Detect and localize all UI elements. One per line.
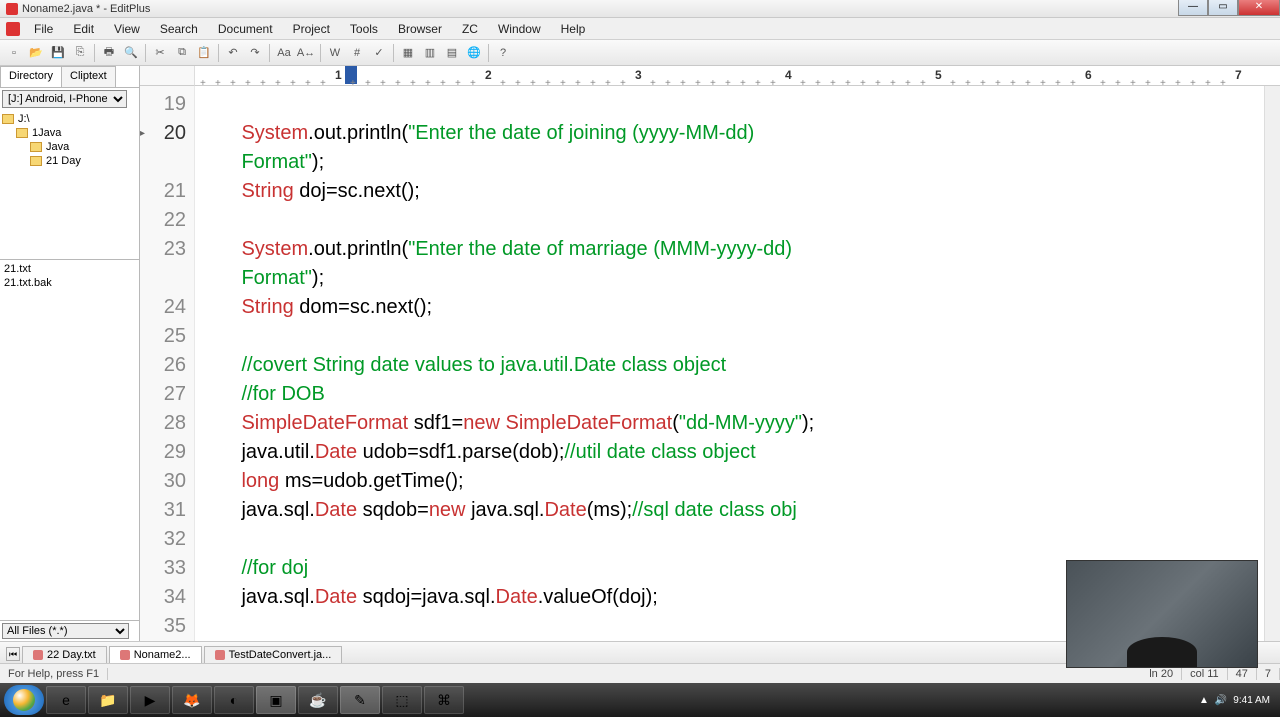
taskbar-chrome-icon[interactable]: ◐ (214, 686, 254, 714)
titlebar: Noname2.java * - EditPlus — ▭ ✕ (0, 0, 1280, 18)
window-title: Noname2.java * - EditPlus (22, 3, 150, 15)
minimize-button[interactable]: — (1178, 0, 1208, 16)
taskbar-explorer-icon[interactable]: 📁 (88, 686, 128, 714)
tool1-icon[interactable]: ▦ (398, 43, 418, 63)
toolbar: ▫ 📂 💾 ⎘ 🖶 🔍 ✂ ⧉ 📋 ↶ ↷ Aa A↔ W # ✓ ▦ ▥ ▤ … (0, 40, 1280, 66)
app-icon (6, 3, 18, 15)
copy-icon[interactable]: ⧉ (172, 43, 192, 63)
doc-tab[interactable]: TestDateConvert.ja... (204, 646, 343, 663)
new-file-icon[interactable]: ▫ (4, 43, 24, 63)
taskbar-firefox-icon[interactable]: 🦊 (172, 686, 212, 714)
help-icon[interactable]: ? (493, 43, 513, 63)
code-editor[interactable]: System.out.println("Enter the date of jo… (195, 86, 1280, 641)
browser-icon[interactable]: 🌐 (464, 43, 484, 63)
sidebar: Directory Cliptext [J:] Android, I-Phone… (0, 66, 140, 641)
system-tray[interactable]: ▲ 🔊 9:41 AM (1199, 695, 1276, 706)
webcam-overlay (1066, 560, 1258, 668)
taskbar-media-icon[interactable]: ▶ (130, 686, 170, 714)
menu-search[interactable]: Search (150, 20, 208, 38)
menu-tools[interactable]: Tools (340, 20, 388, 38)
menu-browser[interactable]: Browser (388, 20, 452, 38)
menu-file[interactable]: File (24, 20, 63, 38)
menu-help[interactable]: Help (551, 20, 596, 38)
taskbar: e 📁 ▶ 🦊 ◐ ▣ ☕ ✎ ⬚ ⌘ ▲ 🔊 9:41 AM (0, 683, 1280, 717)
tool3-icon[interactable]: ▤ (442, 43, 462, 63)
menu-window[interactable]: Window (488, 20, 551, 38)
doc-tab[interactable]: Noname2... (109, 646, 202, 663)
file-filter-select[interactable]: All Files (*.*) (2, 623, 129, 639)
vertical-scrollbar[interactable] (1264, 86, 1280, 641)
menu-project[interactable]: Project (283, 20, 340, 38)
tray-clock[interactable]: 9:41 AM (1233, 695, 1270, 706)
dir-item[interactable]: Java (2, 140, 137, 154)
status-line: ln 20 (1141, 668, 1182, 680)
preview-icon[interactable]: 🔍 (121, 43, 141, 63)
save-all-icon[interactable]: ⎘ (70, 43, 90, 63)
drive-select[interactable]: [J:] Android, I-Phone V (2, 90, 127, 108)
check-icon[interactable]: ✓ (369, 43, 389, 63)
taskbar-ie-icon[interactable]: e (46, 686, 86, 714)
status-extra: 47 (1228, 668, 1257, 680)
undo-icon[interactable]: ↶ (223, 43, 243, 63)
taskbar-app2-icon[interactable]: ☕ (298, 686, 338, 714)
save-icon[interactable]: 💾 (48, 43, 68, 63)
status-help: For Help, press F1 (0, 668, 108, 680)
open-file-icon[interactable]: 📂 (26, 43, 46, 63)
menu-document[interactable]: Document (208, 20, 283, 38)
taskbar-editplus-icon[interactable]: ✎ (340, 686, 380, 714)
dir-item[interactable]: 1Java (2, 126, 137, 140)
replace-icon[interactable]: A↔ (296, 43, 316, 63)
tool2-icon[interactable]: ▥ (420, 43, 440, 63)
file-item[interactable]: 21.txt.bak (2, 276, 137, 290)
maximize-button[interactable]: ▭ (1208, 0, 1238, 16)
menu-edit[interactable]: Edit (63, 20, 104, 38)
sidebar-tab-cliptext[interactable]: Cliptext (61, 66, 116, 87)
app-menu-icon (6, 22, 20, 36)
menu-zc[interactable]: ZC (452, 20, 488, 38)
wrap-icon[interactable]: W (325, 43, 345, 63)
directory-tree[interactable]: J:\1JavaJava21 Day (0, 110, 139, 260)
menu-view[interactable]: View (104, 20, 150, 38)
tab-nav-first[interactable]: ⏮ (6, 647, 20, 661)
doc-tab[interactable]: 22 Day.txt (22, 646, 107, 663)
line-gutter: 19▸20 212223 242526272829303132333435 (140, 86, 195, 641)
file-item[interactable]: 21.txt (2, 262, 137, 276)
dir-item[interactable]: 21 Day (2, 154, 137, 168)
menubar: FileEditViewSearchDocumentProjectToolsBr… (0, 18, 1280, 40)
sidebar-tab-directory[interactable]: Directory (0, 66, 62, 87)
print-icon[interactable]: 🖶 (99, 43, 119, 63)
cut-icon[interactable]: ✂ (150, 43, 170, 63)
tray-flag-icon: ▲ (1199, 695, 1209, 706)
close-button[interactable]: ✕ (1238, 0, 1280, 16)
ruler[interactable]: 1+++++++++2+++++++++3+++++++++4+++++++++… (195, 66, 1280, 86)
taskbar-app1-icon[interactable]: ▣ (256, 686, 296, 714)
paste-icon[interactable]: 📋 (194, 43, 214, 63)
redo-icon[interactable]: ↷ (245, 43, 265, 63)
tray-net-icon: 🔊 (1215, 695, 1227, 706)
taskbar-cmd-icon[interactable]: ⌘ (424, 686, 464, 714)
status-extra2: 7 (1257, 668, 1280, 680)
file-list[interactable]: 21.txt21.txt.bak (0, 260, 139, 620)
find-icon[interactable]: Aa (274, 43, 294, 63)
status-col: col 11 (1182, 668, 1228, 680)
windows-orb-icon (13, 689, 35, 711)
gutter-header (140, 66, 195, 86)
linenum-icon[interactable]: # (347, 43, 367, 63)
start-button[interactable] (4, 685, 44, 715)
taskbar-app4-icon[interactable]: ⬚ (382, 686, 422, 714)
dir-item[interactable]: J:\ (2, 112, 137, 126)
